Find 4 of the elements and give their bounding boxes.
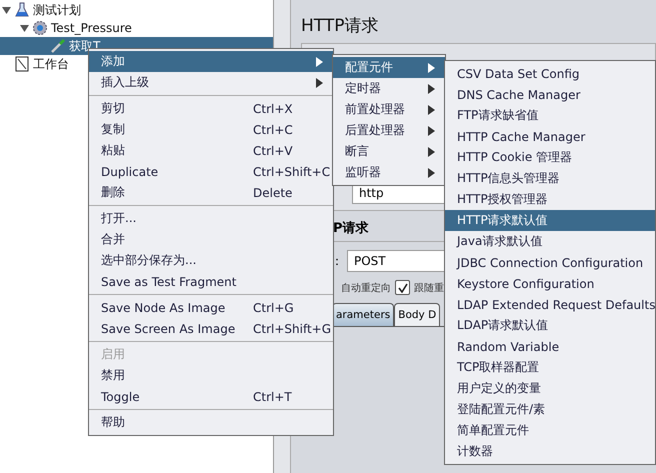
panel-title: HTTP请求 [301, 15, 380, 38]
checkbox-label: 自动重定向 [341, 282, 391, 294]
method-label: ： [331, 252, 343, 270]
checkbox-label: 跟随重 [414, 282, 444, 294]
